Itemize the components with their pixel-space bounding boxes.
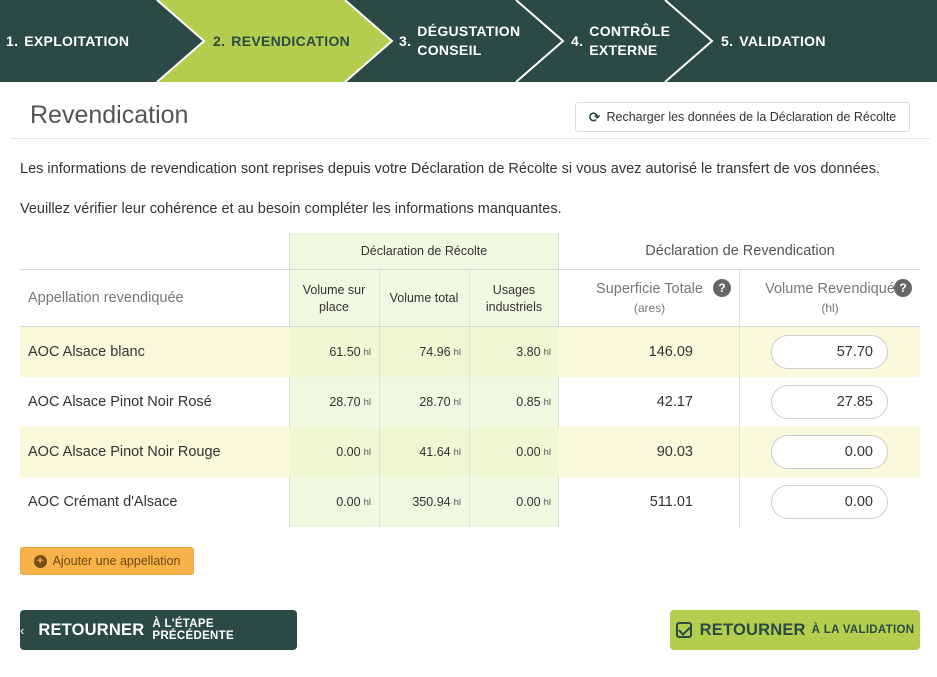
revendication-table: AOC Alsace blanc 61.50 hl 74.96 hl 3.80 hl …: [20, 233, 920, 527]
appellation-name: AOC Alsace Pinot Noir Rosé: [28, 394, 212, 410]
back-previous-step-button[interactable]: ‹ RETOURNER à l'étape précédente: [20, 610, 297, 650]
appellation-name: AOC Alsace blanc: [28, 344, 145, 360]
appellation-name: AOC Alsace Pinot Noir Rouge: [28, 444, 221, 460]
help-icon[interactable]: ?: [894, 279, 912, 297]
step-1[interactable]: 1. EXPLOITATION: [6, 0, 129, 82]
plus-circle-icon: +: [33, 554, 47, 568]
divider: [10, 138, 930, 139]
superficie-cell: 511.01: [649, 494, 693, 510]
vol-total-cell: 28.70 hl: [419, 395, 461, 409]
group-header-revendication: Déclaration de Revendication: [645, 243, 835, 259]
reload-recolte-button[interactable]: ⟳ Recharger les données de la Déclaratio…: [575, 102, 910, 132]
superficie-cell: 90.03: [656, 444, 693, 460]
intro-text-2: Veuillez vérifier leur cohérence et au b…: [20, 201, 562, 217]
appellation-name: AOC Crémant d'Alsace: [28, 494, 178, 510]
vol-total-cell: 74.96 hl: [379, 327, 469, 377]
superficie-cell: 146.09: [648, 344, 693, 360]
usages-cell: 0.00 hl: [516, 495, 551, 509]
table-row: AOC Alsace Pinot Noir Rouge 0.00 hl 41.64…: [20, 427, 920, 477]
col-header-superficie: Superficie Totale (ares): [596, 280, 703, 315]
vol-place-cell: 28.70 hl: [329, 395, 371, 409]
col-header-volume-rev: Volume Revendiqué (hl): [765, 280, 895, 315]
step-4[interactable]: 4. CONTRÔLE EXTERNE: [571, 0, 670, 82]
vol-place-cell: 61.50 hl: [289, 327, 379, 377]
chevron-left-icon: ‹: [20, 622, 25, 638]
col-header-usages: Usages industriels: [485, 282, 543, 314]
intro-text: Les informations de revendication sont r…: [20, 161, 880, 177]
table-row: AOC Alsace Pinot Noir Rosé 28.70 hl 28.70…: [20, 377, 920, 427]
add-appellation-button[interactable]: + Ajouter une appellation: [20, 547, 194, 575]
back-to-validation-button[interactable]: RETOURNER à la validation: [670, 610, 920, 650]
refresh-icon: ⟳: [588, 108, 601, 125]
group-header-recolte: Déclaration de Récolte: [360, 244, 488, 258]
vol-place-cell: 0.00 hl: [336, 495, 371, 509]
check-square-icon: [675, 622, 692, 638]
step-5[interactable]: 5. VALIDATION: [721, 0, 826, 82]
table-row: AOC Crémant d'Alsace 0.00 hl 350.94 hl 0.0…: [20, 477, 920, 527]
page-title: Revendication: [30, 101, 189, 129]
step-2[interactable]: 2. REVENDICATION: [213, 0, 350, 82]
col-header-vol-total: Volume total: [389, 291, 459, 305]
reload-label: Recharger les données de la Déclaration …: [606, 110, 897, 124]
superficie-cell: 42.17: [656, 394, 693, 410]
usages-cell: 0.00 hl: [469, 427, 559, 477]
usages-cell: 3.80 hl: [469, 327, 559, 377]
volume-revendique-input[interactable]: [771, 385, 888, 419]
help-icon[interactable]: ?: [713, 279, 731, 297]
vol-place-cell: 0.00 hl: [289, 427, 379, 477]
volume-revendique-input[interactable]: [771, 485, 888, 519]
vol-total-cell: 41.64 hl: [379, 427, 469, 477]
vol-total-cell: 350.94 hl: [412, 495, 461, 509]
table-row: AOC Alsace blanc 61.50 hl 74.96 hl 3.80 hl …: [20, 327, 920, 377]
usages-cell: 0.85 hl: [516, 395, 551, 409]
step-3[interactable]: 3. DÉGUSTATION CONSEIL: [399, 0, 520, 82]
volume-revendique-input[interactable]: [771, 435, 888, 469]
col-header-appellation: Appellation revendiquée: [28, 290, 184, 306]
col-header-vol-place: Volume sur place: [302, 282, 366, 314]
volume-revendique-input[interactable]: [771, 335, 888, 369]
steps-bar: 1. EXPLOITATION 2. REVENDICATION 3. DÉGUSTA…: [0, 0, 937, 82]
